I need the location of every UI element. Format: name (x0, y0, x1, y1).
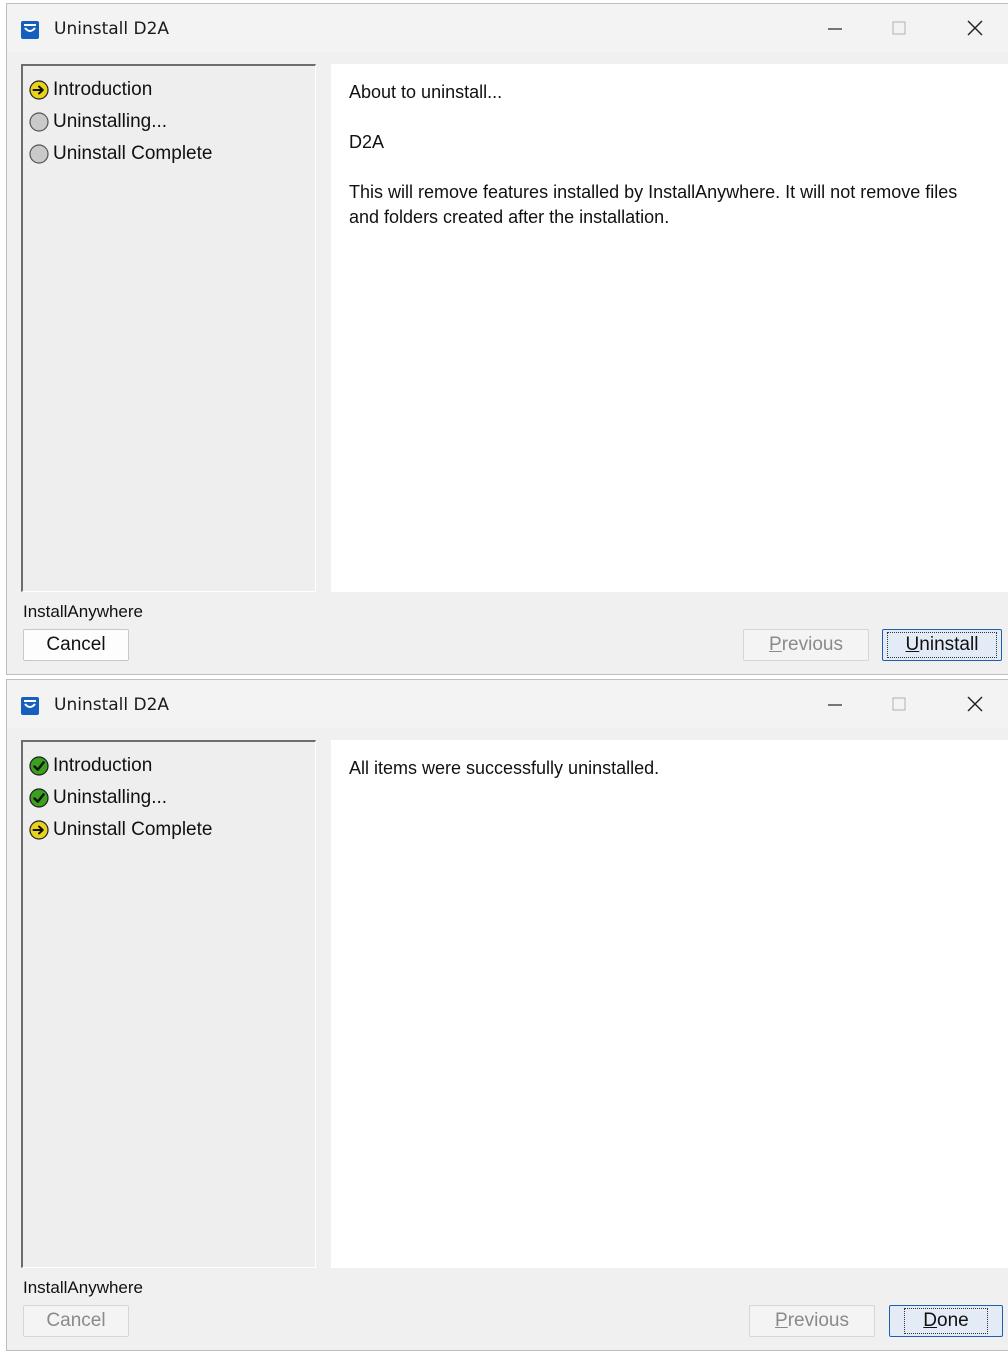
uninstall-window-intro: Uninstall D2A Introduction Uninstalling.… (6, 3, 1008, 675)
uninstall-window-complete: Uninstall D2A Introduction Uninstalling.… (6, 679, 1008, 1351)
cancel-label: Cancel (46, 634, 106, 655)
step-uninstall-complete: Uninstall Complete (29, 818, 212, 842)
uninstall-button[interactable]: Uninstall (882, 629, 1002, 661)
product-name-text: D2A (349, 132, 385, 152)
empty-circle-icon (29, 112, 49, 132)
close-icon (967, 20, 983, 36)
title-bar[interactable]: Uninstall D2A (7, 680, 1008, 728)
maximize-icon (892, 697, 906, 711)
installer-app-icon (21, 697, 39, 715)
step-label: Uninstalling... (53, 787, 168, 808)
cancel-button[interactable]: Cancel (23, 629, 129, 661)
step-label: Uninstalling... (53, 111, 168, 132)
done-label: Done (904, 1308, 988, 1334)
step-label: Introduction (53, 755, 153, 776)
success-message: All items were successfully uninstalled. (349, 758, 660, 778)
installer-app-icon (21, 21, 39, 39)
title-bar[interactable]: Uninstall D2A (7, 4, 1008, 52)
steps-sidebar: Introduction Uninstalling... Uninstall C… (21, 740, 316, 1268)
uninstall-label: Uninstall (886, 632, 998, 658)
step-uninstall-complete: Uninstall Complete (29, 142, 212, 166)
content-panel: All items were successfully uninstalled. (331, 740, 1008, 1268)
step-uninstalling: Uninstalling... (29, 786, 167, 810)
close-button[interactable] (952, 680, 998, 728)
step-label: Uninstall Complete (53, 143, 213, 164)
maximize-button[interactable] (876, 4, 922, 52)
steps-sidebar: Introduction Uninstalling... Uninstall C… (21, 64, 316, 592)
step-introduction: Introduction (29, 78, 152, 102)
step-label: Uninstall Complete (53, 819, 213, 840)
previous-label: Previous (769, 634, 843, 655)
cancel-button[interactable]: Cancel (23, 1305, 129, 1337)
close-button[interactable] (952, 4, 998, 52)
maximize-button[interactable] (876, 680, 922, 728)
empty-circle-icon (29, 144, 49, 164)
about-to-uninstall-text: About to uninstall... (349, 82, 503, 102)
maximize-icon (892, 21, 906, 35)
window-title: Uninstall D2A (54, 695, 170, 715)
step-uninstalling: Uninstalling... (29, 110, 167, 134)
minimize-icon (828, 704, 842, 706)
cancel-label: Cancel (46, 1310, 106, 1331)
arrow-right-circle-icon (29, 80, 49, 100)
arrow-right-circle-icon (29, 820, 49, 840)
minimize-icon (828, 28, 842, 30)
minimize-button[interactable] (812, 4, 858, 52)
checkmark-circle-icon (29, 756, 49, 776)
close-icon (967, 696, 983, 712)
content-panel: About to uninstall... D2A This will remo… (331, 64, 1008, 592)
step-introduction: Introduction (29, 754, 152, 778)
minimize-button[interactable] (812, 680, 858, 728)
checkmark-circle-icon (29, 788, 49, 808)
previous-button[interactable]: Previous (743, 629, 869, 661)
brand-label: InstallAnywhere (23, 602, 144, 621)
window-title: Uninstall D2A (54, 19, 170, 39)
done-button[interactable]: Done (889, 1305, 1003, 1337)
previous-button[interactable]: Previous (749, 1305, 875, 1337)
step-label: Introduction (53, 79, 153, 100)
description-text: This will remove features installed by I… (349, 182, 958, 227)
brand-label: InstallAnywhere (23, 1278, 144, 1297)
previous-label: Previous (775, 1310, 849, 1331)
